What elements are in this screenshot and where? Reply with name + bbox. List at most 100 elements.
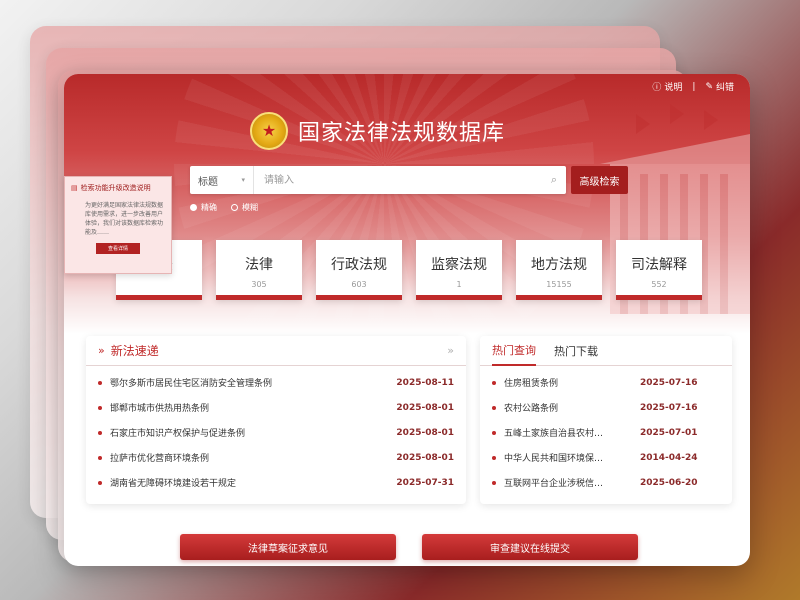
list-item[interactable]: 互联网平台企业涉税信… 2025-06-20 [492, 470, 720, 495]
review-submit-button[interactable]: 审查建议在线提交 [422, 534, 638, 560]
match-exact-label: 精确 [201, 203, 217, 212]
category-name: 地方法规 [531, 257, 587, 273]
item-title: 拉萨市优化营商环境条例 [110, 454, 210, 464]
notice-details-button[interactable]: 查看详情 [96, 243, 140, 254]
category-cards: 宪法 法律 305 行政法规 603 监察法规 1 地方法规 15155 司法解… [116, 240, 702, 300]
bullet-dot [98, 480, 102, 485]
tab-hot-queries[interactable]: 热门查询 [492, 336, 536, 366]
list-item[interactable]: 鄂尔多斯市居民住宅区消防安全管理条例 2025-08-11 [98, 370, 454, 395]
item-title: 石家庄市知识产权保护与促进条例 [110, 429, 246, 439]
more-arrow-icon[interactable]: » [447, 344, 454, 357]
hot-panel: 热门查询 热门下载 住房租赁条例 2025-07-16 农村公路条例 2025-07… [480, 336, 732, 504]
divider: | [692, 81, 696, 92]
new-laws-panel: » 新法速递 » 鄂尔多斯市居民住宅区消防安全管理条例 2025-08-11 邯郸… [86, 336, 466, 504]
category-count: 552 [651, 280, 667, 289]
match-fuzzy-radio[interactable]: 模糊 [231, 202, 258, 213]
category-card-local-regulation[interactable]: 地方法规 15155 [516, 240, 602, 300]
site-title: 国家法律法规数据库 [298, 121, 506, 146]
info-icon: ⓘ [652, 83, 662, 93]
bullet-dot [492, 480, 496, 485]
bullet-dot [98, 430, 102, 435]
item-date: 2025-07-16 [640, 377, 698, 388]
search-type-label: 标题 [198, 176, 218, 188]
list-item[interactable]: 住房租赁条例 2025-07-16 [492, 370, 720, 395]
list-item[interactable]: 五峰土家族自治县农村… 2025-07-01 [492, 420, 720, 445]
search-type-select[interactable]: 标题 ▾ [190, 166, 254, 194]
list-item[interactable]: 中华人民共和国环境保… 2014-04-24 [492, 445, 720, 470]
bullet-dot [492, 430, 496, 435]
item-date: 2025-08-01 [396, 402, 454, 413]
site-header: 国家法律法规数据库 [250, 112, 505, 150]
list-item[interactable]: 拉萨市优化营商环境条例 2025-08-01 [98, 445, 454, 470]
report-label: 纠错 [715, 83, 734, 93]
help-label: 说明 [664, 83, 683, 93]
new-laws-title: 新法速递 [110, 344, 159, 358]
item-title: 互联网平台企业涉税信… [504, 479, 604, 489]
tab-hot-downloads[interactable]: 热门下载 [554, 337, 598, 365]
edit-icon: ✎ [705, 81, 713, 92]
category-card-judicial-interpretation[interactable]: 司法解释 552 [616, 240, 702, 300]
advanced-search-button[interactable]: 高级检索 [571, 166, 628, 194]
chevron-down-icon: ▾ [241, 176, 245, 184]
category-name: 法律 [245, 257, 273, 273]
category-accent-bar [416, 295, 502, 300]
list-item[interactable]: 邯郸市城市供热用热条例 2025-08-01 [98, 395, 454, 420]
item-title: 湖南省无障碍环境建设若干规定 [110, 479, 237, 489]
upgrade-notice-popup: ▤ 检索功能升级改造说明 为更好满足国家法律法规数据库使用需求，进一步改善用户体… [64, 176, 172, 274]
item-title: 中华人民共和国环境保… [504, 454, 604, 464]
app-window: ⓘ说明 | ✎纠错 国家法律法规数据库 标题 ▾ ⌕ 高级检索 精确 模糊 宪法 [64, 74, 750, 566]
category-accent-bar [516, 295, 602, 300]
double-arrow-icon: » [98, 344, 105, 357]
new-laws-header: » 新法速递 » [86, 336, 466, 366]
item-date: 2025-07-16 [640, 402, 698, 413]
list-item[interactable]: 石家庄市知识产权保护与促进条例 2025-08-01 [98, 420, 454, 445]
notice-header: ▤ 检索功能升级改造说明 [71, 183, 165, 193]
notice-title: 检索功能升级改造说明 [80, 184, 151, 192]
category-card-supervision-regulation[interactable]: 监察法规 1 [416, 240, 502, 300]
bullet-dot [492, 455, 496, 460]
category-accent-bar [316, 295, 402, 300]
search-bar: 标题 ▾ ⌕ [190, 166, 566, 194]
notice-body: 为更好满足国家法律法规数据库使用需求，进一步改善用户体验，我们对该数据库检索功能… [85, 202, 164, 236]
item-date: 2025-08-11 [396, 377, 454, 388]
item-date: 2025-08-01 [396, 452, 454, 463]
match-fuzzy-label: 模糊 [242, 203, 258, 212]
category-accent-bar [616, 295, 702, 300]
category-accent-bar [116, 295, 202, 300]
item-date: 2014-04-24 [640, 452, 698, 463]
item-title: 邯郸市城市供热用热条例 [110, 404, 210, 414]
category-count: 305 [251, 280, 267, 289]
item-date: 2025-06-20 [640, 477, 698, 488]
item-date: 2025-07-31 [396, 477, 454, 488]
help-link[interactable]: ⓘ 说明 [652, 80, 682, 93]
match-mode-options: 精确 模糊 [190, 202, 258, 213]
bullet-dot [492, 405, 496, 410]
item-title: 五峰土家族自治县农村… [504, 429, 604, 439]
bullet-dot [98, 380, 102, 385]
national-emblem-icon [250, 112, 288, 150]
item-title: 住房租赁条例 [504, 379, 559, 389]
category-name: 监察法规 [431, 257, 487, 273]
report-link[interactable]: ✎ 纠错 [705, 80, 734, 94]
hot-tabs: 热门查询 热门下载 [480, 336, 732, 366]
category-accent-bar [216, 295, 302, 300]
category-name: 司法解释 [631, 257, 687, 273]
list-item[interactable]: 湖南省无障碍环境建设若干规定 2025-07-31 [98, 470, 454, 495]
item-date: 2025-07-01 [640, 427, 698, 438]
new-laws-list: 鄂尔多斯市居民住宅区消防安全管理条例 2025-08-11 邯郸市城市供热用热条例… [86, 366, 466, 495]
radio-checked-icon [190, 204, 197, 211]
category-count: 1 [456, 280, 462, 289]
draft-comments-button[interactable]: 法律草案征求意见 [180, 534, 396, 560]
category-card-admin-regulation[interactable]: 行政法规 603 [316, 240, 402, 300]
hot-list: 住房租赁条例 2025-07-16 农村公路条例 2025-07-16 五峰土家族自… [480, 366, 732, 495]
item-title: 鄂尔多斯市居民住宅区消防安全管理条例 [110, 379, 273, 389]
radio-unchecked-icon [231, 204, 238, 211]
match-exact-radio[interactable]: 精确 [190, 202, 217, 213]
category-count: 603 [351, 280, 367, 289]
category-card-law[interactable]: 法律 305 [216, 240, 302, 300]
search-icon[interactable]: ⌕ [542, 173, 566, 187]
top-nav: ⓘ 说明 | ✎ 纠错 [652, 80, 734, 94]
list-item[interactable]: 农村公路条例 2025-07-16 [492, 395, 720, 420]
search-input[interactable] [254, 166, 542, 194]
bullet-dot [492, 380, 496, 385]
